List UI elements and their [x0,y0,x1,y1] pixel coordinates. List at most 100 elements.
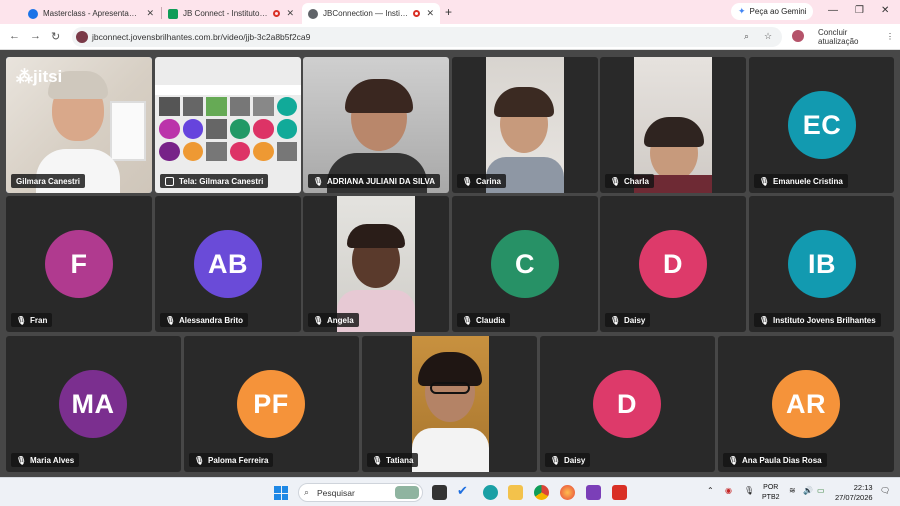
clock-time: 22:13 [853,483,873,492]
participant-name-label: 🎙 Paloma Ferreira [189,453,274,467]
back-button[interactable]: ← [9,30,20,42]
participant-name: Emanuele Cristina [773,176,843,186]
microphone-muted-icon: 🎙 [759,315,770,325]
close-icon[interactable]: ✕ [426,8,434,19]
participant-tile[interactable]: 🎙 Angela [303,196,449,332]
microphone-muted-icon: 🎙 [550,455,561,465]
tab-masterclass[interactable]: Masterclass - Apresentação ✕ [22,3,160,24]
minimize-button[interactable]: — [828,5,838,16]
participant-name-label: 🎙 Alessandra Brito [160,313,249,327]
microphone-muted-icon: 🎙 [372,455,383,465]
tab-strip: Masterclass - Apresentação ✕ JB Connect … [0,0,900,24]
language-indicator[interactable]: POR PTB2 [762,483,780,503]
participant-name: Alessandra Brito [179,315,244,325]
security-icon[interactable]: ◉ [725,486,732,495]
taskbar-search[interactable]: ⌕ Pesquisar [298,483,423,502]
participant-tile[interactable]: MA 🎙 Maria Alves [6,336,181,472]
microphone-muted-icon: 🎙 [16,455,27,465]
notification-icon[interactable]: 🗨 [880,486,890,495]
microphone-icon[interactable]: 🎙 [744,486,754,495]
close-icon[interactable]: ✕ [146,8,154,19]
participant-video [486,57,564,193]
participant-video [303,57,449,193]
participant-name-label: 🎙 Tatiana [367,453,419,467]
participant-tile[interactable]: 🎙 Carina [452,57,598,193]
microphone-muted-icon: 🎙 [165,315,176,325]
globe-icon [308,8,318,19]
participant-tile[interactable]: 🎙 ADRIANA JULIANI DA SILVA [303,57,449,193]
maximize-button[interactable]: ❐ [855,5,864,16]
forward-button[interactable]: → [30,30,41,42]
participant-tile[interactable]: ⁂jitsi Gilmara Canestri [6,57,152,193]
tab-jb-connect[interactable]: JB Connect - Instituto Jovens Brilhantes… [162,3,300,24]
participant-name: Daisy [564,455,586,465]
microphone-muted-icon: 🎙 [759,176,770,186]
clock[interactable]: 22:13 27/07/2026 [835,483,873,503]
zoom-icon[interactable]: ⌕ [744,31,749,42]
tab-jbconnection[interactable]: JBConnection — Instituto Jovens Brilhant… [302,3,440,24]
onenote-icon[interactable] [586,485,601,500]
participant-tile[interactable]: EC 🎙 Emanuele Cristina [749,57,894,193]
edge-icon[interactable] [483,485,498,500]
participant-name-label: 🎙 Charla [605,174,654,188]
search-icon: ⌕ [304,487,310,497]
screen-share-video [155,57,301,193]
search-placeholder: Pesquisar [317,488,355,498]
volume-icon[interactable]: 🔊 [803,486,813,495]
participant-tile[interactable]: F 🎙 Fran [6,196,152,332]
tab-title: JB Connect - Instituto Jovens Brilhantes [183,9,269,18]
participant-name-label: 🎙 Daisy [545,453,591,467]
recording-icon [413,10,421,17]
microphone-muted-icon: 🎙 [610,176,621,186]
jitsi-mark-icon: ⁂ [16,67,33,86]
firefox-icon[interactable] [560,485,575,500]
participant-tile[interactable]: 🎙 Tatiana [362,336,537,472]
chevron-up-icon[interactable]: ⌃ [707,486,714,495]
participant-name-label: 🎙 Claudia [457,313,510,327]
participant-tile[interactable]: AB 🎙 Alessandra Brito [155,196,301,332]
microphone-muted-icon: 🎙 [194,455,205,465]
reload-button[interactable]: ↻ [51,30,60,43]
todo-check-icon[interactable]: ✔ [457,483,472,498]
screen-share-tile[interactable]: Tela: Gilmara Canestri [155,57,301,193]
gemini-spark-icon: ✦ [738,6,746,16]
update-button[interactable]: Concluir atualização ⋮ [812,28,900,46]
keyboard-layout: PTB2 [762,494,780,501]
close-icon[interactable]: ✕ [286,8,294,19]
participant-avatar: PF [237,370,305,438]
participant-name: Paloma Ferreira [208,455,269,465]
new-tab-button[interactable]: + [445,5,452,19]
language-code: POR [763,484,779,491]
participant-tile[interactable]: AR 🎙 Ana Paula Dias Rosa [718,336,894,472]
address-bar[interactable]: jbconnect.jovensbrilhantes.com.br/video/… [72,27,782,47]
participant-tile[interactable]: D 🎙 Daisy [540,336,715,472]
participant-tile[interactable]: D 🎙 Daisy [600,196,746,332]
acrobat-icon[interactable] [612,485,627,500]
participant-name: Tela: Gilmara Canestri [179,176,264,186]
jitsi-logo: ⁂jitsi [16,67,62,87]
file-explorer-icon[interactable] [508,485,523,500]
meeting-grid: ⁂jitsi Gilmara Canestri Tela: Gilmara Ca… [0,50,900,477]
task-view-icon[interactable] [432,485,447,500]
participant-tile[interactable]: C 🎙 Claudia [452,196,598,332]
windows-start-icon[interactable] [274,486,288,500]
participant-tile[interactable]: IB 🎙 Instituto Jovens Brilhantes [749,196,894,332]
gemini-button[interactable]: ✦ Peça ao Gemini [731,3,814,20]
chrome-icon[interactable] [534,485,549,500]
participant-name: Carina [476,176,501,186]
site-info-icon[interactable] [76,31,88,43]
taskbar: ⌕ Pesquisar ✔ ⌃ ◉ 🎙 POR PTB2 ≋ 🔊 ▭ 22:13… [0,477,900,506]
profile-avatar[interactable] [792,30,804,42]
bookmark-star-icon[interactable]: ☆ [764,31,772,42]
wifi-icon[interactable]: ≋ [789,486,796,495]
microphone-muted-icon: 🎙 [462,176,473,186]
battery-icon[interactable]: ▭ [817,486,825,495]
participant-name: Tatiana [386,455,414,465]
participant-name: Daisy [624,315,646,325]
jitsi-label: jitsi [33,67,63,86]
participant-tile[interactable]: 🎙 Charla [600,57,746,193]
window-close-button[interactable]: ✕ [881,5,889,16]
participant-tile[interactable]: PF 🎙 Paloma Ferreira [184,336,359,472]
gemini-label: Peça ao Gemini [749,7,807,16]
clock-date: 27/07/2026 [835,493,873,502]
